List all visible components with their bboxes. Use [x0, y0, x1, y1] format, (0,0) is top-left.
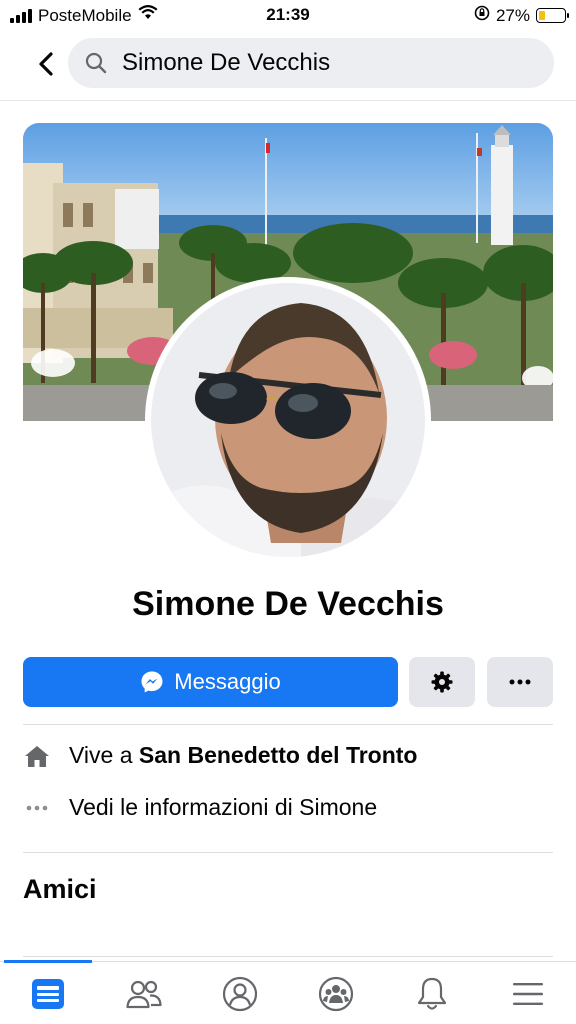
active-tab-indicator [4, 960, 92, 963]
lives-in-city[interactable]: San Benedetto del Tronto [139, 742, 418, 768]
divider [23, 852, 553, 853]
settings-button[interactable] [409, 657, 475, 707]
profile-name: Simone De Vecchis [132, 585, 444, 623]
menu-icon [513, 983, 543, 1005]
chevron-left-icon [39, 52, 53, 76]
info-lives-in: Vive a San Benedetto del Tronto [23, 742, 417, 769]
friends-section-title: Amici [23, 874, 97, 904]
back-button[interactable] [28, 46, 64, 82]
see-details-label[interactable]: Vedi le informazioni di Simone [69, 794, 377, 821]
more-button[interactable] [487, 657, 553, 707]
message-button[interactable]: Messaggio [23, 657, 398, 707]
nav-menu[interactable] [508, 974, 548, 1014]
home-icon [23, 744, 51, 768]
divider [23, 956, 553, 957]
more-icon [509, 679, 531, 685]
search-icon [85, 52, 107, 74]
nav-notifications[interactable] [412, 974, 452, 1014]
battery-percent: 27% [495, 5, 530, 25]
orientation-lock-icon [474, 5, 490, 26]
nav-profile[interactable] [220, 974, 260, 1014]
nav-feed[interactable] [28, 974, 68, 1014]
groups-icon [318, 976, 354, 1012]
search-bar[interactable]: Simone De Vecchis [68, 38, 554, 88]
divider [23, 724, 553, 725]
nav-friends[interactable] [124, 974, 164, 1014]
friends-icon [126, 980, 162, 1009]
status-bar: PosteMobile 21:39 27% [0, 0, 576, 30]
notifications-icon [417, 977, 447, 1010]
profile-icon [222, 976, 258, 1012]
info-see-details[interactable]: Vedi le informazioni di Simone [23, 794, 377, 821]
bottom-nav [0, 960, 576, 1024]
feed-icon [32, 979, 64, 1009]
search-query[interactable]: Simone De Vecchis [122, 49, 330, 77]
search-header: Simone De Vecchis [0, 38, 576, 90]
gear-icon [431, 671, 453, 693]
profile-picture[interactable] [145, 277, 431, 563]
status-right: 27% [474, 5, 569, 26]
messenger-icon [141, 671, 163, 693]
nav-groups[interactable] [316, 974, 356, 1014]
header-divider [0, 100, 576, 101]
battery-icon [536, 8, 569, 23]
lives-in-text: Vive a San Benedetto del Tronto [69, 742, 418, 768]
message-label: Messaggio [174, 669, 281, 694]
more-icon [23, 805, 51, 811]
